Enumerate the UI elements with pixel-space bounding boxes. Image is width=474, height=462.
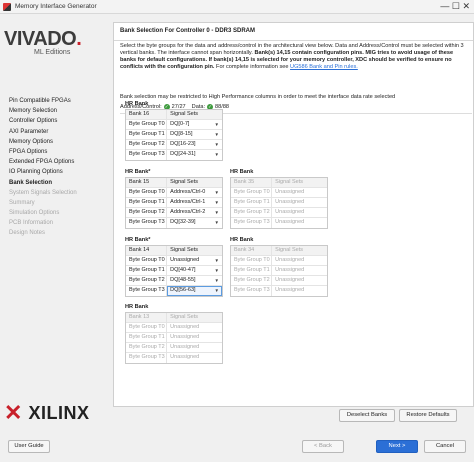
table-row: Byte Group T3 DQ[56-63] ▼ (126, 286, 222, 296)
app-icon (3, 2, 11, 11)
table-row: Byte Group T1 Unassigned (231, 198, 327, 208)
table-row: Byte Group T2 Unassigned (231, 276, 327, 286)
main-panel: Bank Selection For Controller 0 - DDR3 S… (113, 22, 474, 422)
table-row: Byte Group T1 Unassigned (126, 333, 222, 343)
table-row: Byte Group T1 DQ[8-15] ▼ (126, 130, 222, 140)
chevron-down-icon: ▼ (214, 220, 219, 225)
chevron-down-icon: ▼ (214, 132, 219, 137)
step-item[interactable]: Memory Selection (9, 106, 77, 116)
next-button[interactable]: Next > (376, 440, 418, 453)
table-row: Byte Group T0 Unassigned (231, 188, 327, 198)
table-row: Byte Group T3 Unassigned (231, 218, 327, 228)
bank-15: HR Bank* Bank 15 Signal Sets Byte Group T… (125, 169, 223, 229)
signal-select-focused[interactable]: DQ[56-63] ▼ (167, 286, 222, 296)
table-row: Byte Group T0 Unassigned (231, 256, 327, 266)
step-item-active[interactable]: Bank Selection (9, 178, 77, 188)
back-button[interactable]: < Back (302, 440, 344, 453)
table-row: Byte Group T0 Address/Ctrl-0 ▼ (126, 188, 222, 198)
chevron-down-icon: ▼ (214, 288, 219, 293)
header-divider (114, 40, 473, 41)
step-item[interactable]: Extended FPGA Options (9, 157, 77, 167)
step-item: Summary (9, 199, 35, 206)
signal-select[interactable]: Address/Ctrl-0 ▼ (167, 188, 222, 197)
table-row: Byte Group T3 Unassigned (231, 286, 327, 296)
step-item[interactable]: Memory Options (9, 137, 77, 147)
step-item: PCB Information (9, 220, 54, 227)
signal-select[interactable]: Address/Ctrl-2 ▼ (167, 208, 222, 217)
cancel-button[interactable]: Cancel (424, 440, 466, 453)
chevron-down-icon: ▼ (214, 278, 219, 283)
bank-34: HR Bank Bank 34 Signal Sets Byte Group T0… (230, 237, 328, 297)
step-item[interactable]: Pin Compatible FPGAs (9, 96, 77, 106)
table-row: Byte Group T2 Unassigned (126, 343, 222, 353)
table-row: Byte Group T3 Unassigned (126, 353, 222, 363)
bank-13: HR Bank Bank 13 Signal Sets Byte Group T0… (125, 304, 223, 364)
chevron-down-icon: ▼ (214, 200, 219, 205)
signal-select[interactable]: Unassigned ▼ (167, 256, 222, 265)
bank-16: HR Bank Bank 16 Signal Sets Byte Group T0… (125, 101, 223, 161)
table-row: Byte Group T2 Address/Ctrl-2 ▼ (126, 208, 222, 218)
step-item[interactable]: IO Planning Options (9, 167, 77, 177)
signal-select[interactable]: DQ[8-15] ▼ (167, 130, 222, 139)
ug586-link[interactable]: UG586 Bank and Pin rules. (290, 64, 358, 70)
chevron-down-icon: ▼ (214, 258, 219, 263)
step-item: Simulation Options (9, 210, 60, 217)
table-row: Byte Group T0 DQ[0-7] ▼ (126, 120, 222, 130)
bank-35: HR Bank Bank 35 Signal Sets Byte Group T0… (230, 169, 328, 229)
chevron-down-icon: ▼ (214, 152, 219, 157)
signal-select[interactable]: DQ[16-23] ▼ (167, 140, 222, 149)
table-row: Byte Group T2 DQ[16-23] ▼ (126, 140, 222, 150)
restriction-note: Bank selection may be restricted to High… (120, 94, 396, 100)
deselect-banks-button[interactable]: Deselect Banks (339, 409, 395, 422)
page-title: Bank Selection For Controller 0 - DDR3 S… (120, 28, 256, 34)
xilinx-logo: ✕ XILINX (4, 400, 90, 425)
chevron-down-icon: ▼ (214, 142, 219, 147)
window-title: Memory Interface Generator (15, 3, 97, 10)
user-guide-button[interactable]: User Guide (8, 440, 50, 453)
step-item[interactable]: FPGA Options (9, 147, 77, 157)
table-row: Byte Group T2 DQ[48-55] ▼ (126, 276, 222, 286)
step-item: Design Notes (9, 230, 46, 237)
signal-select[interactable]: DQ[24-31] ▼ (167, 150, 222, 160)
chevron-down-icon: ▼ (214, 268, 219, 273)
left-panel: VIVADO. ML Editions Pin Compatible FPGAs… (0, 14, 113, 432)
edition-label: ML Editions (34, 49, 71, 56)
signal-select[interactable]: DQ[48-55] ▼ (167, 276, 222, 285)
xilinx-mark-icon: ✕ (4, 400, 23, 425)
step-list: Pin Compatible FPGAs Memory Selection Co… (9, 96, 77, 239)
table-row: Byte Group T1 DQ[40-47] ▼ (126, 266, 222, 276)
table-row: Byte Group T1 Address/Ctrl-1 ▼ (126, 198, 222, 208)
table-row: Byte Group T0 Unassigned (126, 323, 222, 333)
table-row: Byte Group T0 Unassigned ▼ (126, 256, 222, 266)
signal-select[interactable]: DQ[40-47] ▼ (167, 266, 222, 275)
step-item[interactable]: AXI Parameter (9, 127, 77, 137)
chevron-down-icon: ▼ (214, 122, 219, 127)
restore-defaults-button[interactable]: Restore Defaults (399, 409, 457, 422)
window-controls[interactable]: — ☐ ✕ (440, 1, 470, 12)
chevron-down-icon: ▼ (214, 210, 219, 215)
table-row: Byte Group T3 DQ[24-31] ▼ (126, 150, 222, 160)
chevron-down-icon: ▼ (214, 190, 219, 195)
step-item: System Signals Selection (9, 189, 77, 196)
signal-select[interactable]: Address/Ctrl-1 ▼ (167, 198, 222, 207)
bank-14: HR Bank* Bank 14 Signal Sets Byte Group T… (125, 237, 223, 297)
description: Select the byte groups for the data and … (120, 43, 464, 70)
title-bar: Memory Interface Generator — ☐ ✕ (0, 0, 474, 14)
table-row: Byte Group T1 Unassigned (231, 266, 327, 276)
table-row: Byte Group T2 Unassigned (231, 208, 327, 218)
table-row: Byte Group T3 DQ[32-39] ▼ (126, 218, 222, 228)
signal-select[interactable]: DQ[0-7] ▼ (167, 120, 222, 129)
step-item[interactable]: Controller Options (9, 116, 77, 126)
signal-select[interactable]: DQ[32-39] ▼ (167, 218, 222, 228)
vivado-logo: VIVADO. (4, 28, 82, 50)
